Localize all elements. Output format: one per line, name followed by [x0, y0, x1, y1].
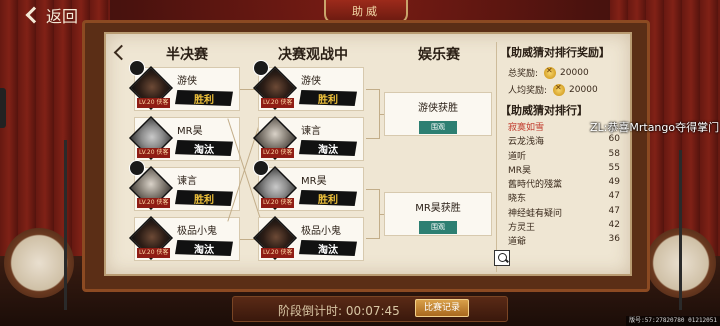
player-avatar-icon	[129, 60, 145, 76]
per-reward-row: 人均奖励: 20000	[508, 81, 630, 98]
level-badge: LV.20 侠客	[261, 98, 295, 108]
list-item: 道爺 36	[508, 234, 620, 248]
result-stamp: 淘汰	[175, 140, 233, 156]
nav-left-chevron-icon[interactable]	[112, 44, 126, 62]
level-badge: LV.20 侠客	[261, 248, 295, 258]
player-name: 谏言	[177, 176, 197, 187]
per-reward-value: 20000	[569, 84, 598, 95]
player-name: 游侠	[301, 76, 321, 87]
total-reward-label: 总奖励:	[508, 69, 539, 79]
list-item: 方灵王 42	[508, 220, 620, 234]
list-item: 晓东 47	[508, 191, 620, 205]
entertainment-result-text: MR昊获胜	[415, 203, 461, 214]
player-name: MR昊	[301, 176, 327, 187]
watch-button[interactable]: 围观	[419, 221, 457, 234]
player-avatar-icon	[253, 160, 269, 176]
bracket-line	[366, 89, 380, 139]
rank-panel: 【助威猜对排行奖励】 总奖励: 20000 人均奖励: 20000 【助威猜对排…	[500, 44, 630, 272]
list-item: 舊時代的殘黨 49	[508, 177, 620, 191]
result-stamp: 胜利	[175, 190, 233, 206]
player-avatar-icon	[129, 160, 145, 176]
semifinal-card-2[interactable]: LV.20 侠客 MR昊 淘汰	[128, 115, 240, 161]
level-badge: LV.20 侠客	[137, 198, 171, 208]
right-spear	[679, 150, 682, 310]
result-stamp: 淘汰	[299, 240, 357, 256]
player-avatar-icon	[253, 60, 269, 76]
final-card-1[interactable]: LV.20 侠客 游侠 胜利	[252, 60, 364, 111]
coin-icon	[544, 66, 557, 79]
semifinal-card-4[interactable]: LV.20 侠客 极品小鬼 淘汰	[128, 215, 240, 261]
list-item: 云龙浅海 60	[508, 134, 620, 148]
list-item: MR昊 55	[508, 162, 620, 176]
level-badge: LV.20 侠客	[137, 148, 171, 158]
final-card-4[interactable]: LV.20 侠客 极品小鬼 淘汰	[252, 215, 364, 261]
back-chevron-icon	[25, 6, 43, 24]
player-name: 谏言	[301, 126, 321, 137]
result-stamp: 淘汰	[175, 240, 233, 256]
entertainment-result-2: MR昊获胜 围观	[384, 192, 492, 236]
countdown-label: 阶段倒计时:	[278, 304, 343, 318]
semifinal-card-3[interactable]: LV.20 侠客 谏言 胜利	[128, 160, 240, 211]
level-badge: LV.20 侠客	[137, 98, 171, 108]
total-reward-value: 20000	[560, 67, 589, 78]
final-card-2[interactable]: LV.20 侠客 谏言 淘汰	[252, 115, 364, 161]
panel-divider	[496, 42, 497, 272]
watch-button[interactable]: 围观	[419, 121, 457, 134]
back-label: 返回	[46, 7, 79, 26]
level-badge: LV.20 侠客	[261, 148, 295, 158]
level-badge: LV.20 侠客	[137, 248, 171, 258]
footer-version: 版号:57:27820780 01212051	[626, 316, 720, 326]
level-badge: LV.20 侠客	[261, 198, 295, 208]
reward-header: 【助威猜对排行奖励】	[500, 46, 610, 59]
stage-countdown: 阶段倒计时: 00:07:45	[278, 302, 400, 319]
back-button[interactable]: 返回	[25, 2, 79, 28]
column-header-semifinal: 半决赛	[166, 47, 208, 63]
result-stamp: 淘汰	[299, 140, 357, 156]
rank-list: 寂寞如雪 云龙浅海 60 道听 58 MR昊 55 舊時代的殘黨 49 晓东 47 神经蛙…	[508, 120, 620, 249]
semifinal-card-1[interactable]: LV.20 侠客 游侠 胜利	[128, 60, 240, 111]
total-reward-row: 总奖励: 20000	[508, 64, 630, 81]
entertainment-result-1: 游侠获胜 围观	[384, 92, 492, 136]
per-reward-label: 人均奖励:	[508, 86, 548, 96]
countdown-value: 00:07:45	[345, 304, 400, 318]
list-item: 神经蛙有疑问 47	[508, 205, 620, 219]
rank-header: 【助威猜对排行】	[500, 104, 588, 117]
final-card-3[interactable]: LV.20 侠客 MR昊 胜利	[252, 160, 364, 211]
result-stamp: 胜利	[299, 190, 357, 206]
bracket-cross	[237, 120, 253, 220]
result-stamp: 胜利	[299, 90, 357, 106]
column-header-entertainment: 娱乐赛	[418, 47, 460, 63]
player-name: 游侠	[177, 76, 197, 87]
list-item: 道听 58	[508, 148, 620, 162]
bracket-line	[366, 189, 380, 239]
marquee-announcement: ZL:恭喜Mrtango夺得掌门	[590, 121, 720, 134]
result-stamp: 胜利	[175, 90, 233, 106]
entertainment-result-text: 游侠获胜	[418, 103, 458, 114]
column-header-final: 决赛观战中	[278, 47, 348, 63]
coin-icon	[553, 83, 566, 96]
player-name: MR昊	[177, 126, 203, 137]
player-name: 极品小鬼	[177, 226, 217, 237]
match-record-button[interactable]: 比赛记录	[415, 299, 469, 317]
side-handle[interactable]	[0, 88, 6, 128]
left-spear	[64, 140, 67, 310]
player-name: 极品小鬼	[301, 226, 341, 237]
